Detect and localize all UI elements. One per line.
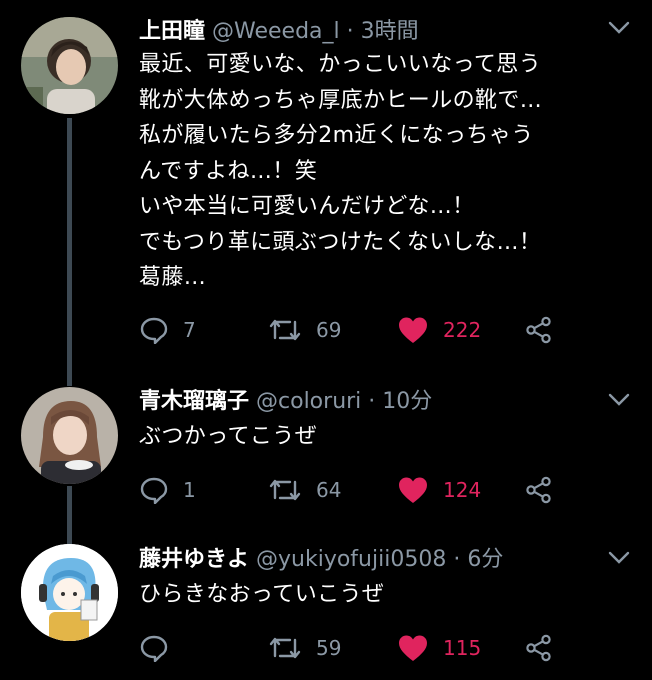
tweet-header: 藤井ゆきよ @yukiyofujii0508 · 6分 xyxy=(139,545,612,575)
like-button[interactable]: 222 xyxy=(397,315,481,345)
avatar[interactable] xyxy=(21,387,118,484)
separator-dot: · xyxy=(453,547,461,572)
share-icon xyxy=(526,476,551,504)
tweet-text: ぶつかってこうぜ xyxy=(139,424,318,449)
heart-icon xyxy=(399,635,427,661)
reply-button[interactable]: 7 xyxy=(139,315,196,345)
tweet-3[interactable]: 藤井ゆきよ @yukiyofujii0508 · 6分 ひらきなおっていこうぜ … xyxy=(0,530,652,680)
like-count: 124 xyxy=(443,478,482,502)
heart-icon xyxy=(399,317,427,343)
share-icon xyxy=(526,634,551,662)
retweet-button[interactable]: 59 xyxy=(268,633,341,663)
tweet-header: 青木瑠璃子 @coloruri · 10分 xyxy=(139,387,612,417)
tweet-1[interactable]: 上田瞳 @Weeeda_l · 3時間 最近、可愛いな、かっこいいなって思う 靴… xyxy=(0,0,652,370)
chevron-down-icon[interactable] xyxy=(608,392,630,408)
like-button[interactable]: 115 xyxy=(397,633,481,663)
tweet-2[interactable]: 青木瑠璃子 @coloruri · 10分 ぶつかってこうぜ 1 64 124 xyxy=(0,370,652,530)
like-count: 115 xyxy=(443,636,482,660)
retweet-count: 69 xyxy=(316,318,342,342)
tweet-text: 最近、可愛いな、かっこいいなって思う 靴が大体めっちゃ厚底かヒールの靴で… 私が… xyxy=(139,52,543,290)
user-handle[interactable]: @Weeeda_l xyxy=(212,19,340,44)
share-button[interactable] xyxy=(525,633,553,663)
timestamp[interactable]: 6分 xyxy=(467,547,503,572)
separator-dot: · xyxy=(368,389,376,414)
chevron-down-icon[interactable] xyxy=(608,550,630,566)
retweet-icon xyxy=(269,637,301,659)
timestamp[interactable]: 3時間 xyxy=(361,19,419,44)
retweet-button[interactable]: 69 xyxy=(268,315,341,345)
avatar[interactable] xyxy=(21,17,118,114)
like-count: 222 xyxy=(443,318,482,342)
separator-dot: · xyxy=(346,19,354,44)
retweet-button[interactable]: 64 xyxy=(268,475,341,505)
share-icon xyxy=(526,316,551,344)
reply-icon xyxy=(140,635,168,662)
retweet-count: 59 xyxy=(316,636,342,660)
user-handle[interactable]: @coloruri xyxy=(256,389,361,414)
user-handle[interactable]: @yukiyofujii0508 xyxy=(256,547,446,572)
tweet-text: ひらきなおっていこうぜ xyxy=(139,582,385,607)
reply-button[interactable] xyxy=(139,633,183,663)
heart-icon xyxy=(399,477,427,503)
share-button[interactable] xyxy=(525,475,553,505)
reply-icon xyxy=(140,477,168,504)
display-name[interactable]: 上田瞳 xyxy=(139,19,205,44)
tweet-header: 上田瞳 @Weeeda_l · 3時間 xyxy=(139,17,612,47)
reply-icon xyxy=(140,317,168,344)
retweet-icon xyxy=(269,319,301,341)
retweet-count: 64 xyxy=(316,478,342,502)
chevron-down-icon[interactable] xyxy=(608,20,630,36)
timestamp[interactable]: 10分 xyxy=(382,389,432,414)
display-name[interactable]: 藤井ゆきよ xyxy=(139,547,249,572)
share-button[interactable] xyxy=(525,315,553,345)
like-button[interactable]: 124 xyxy=(397,475,481,505)
display-name[interactable]: 青木瑠璃子 xyxy=(139,389,249,414)
retweet-icon xyxy=(269,479,301,501)
avatar[interactable] xyxy=(21,544,118,641)
reply-button[interactable]: 1 xyxy=(139,475,196,505)
reply-count: 7 xyxy=(183,318,196,342)
reply-count: 1 xyxy=(183,478,196,502)
